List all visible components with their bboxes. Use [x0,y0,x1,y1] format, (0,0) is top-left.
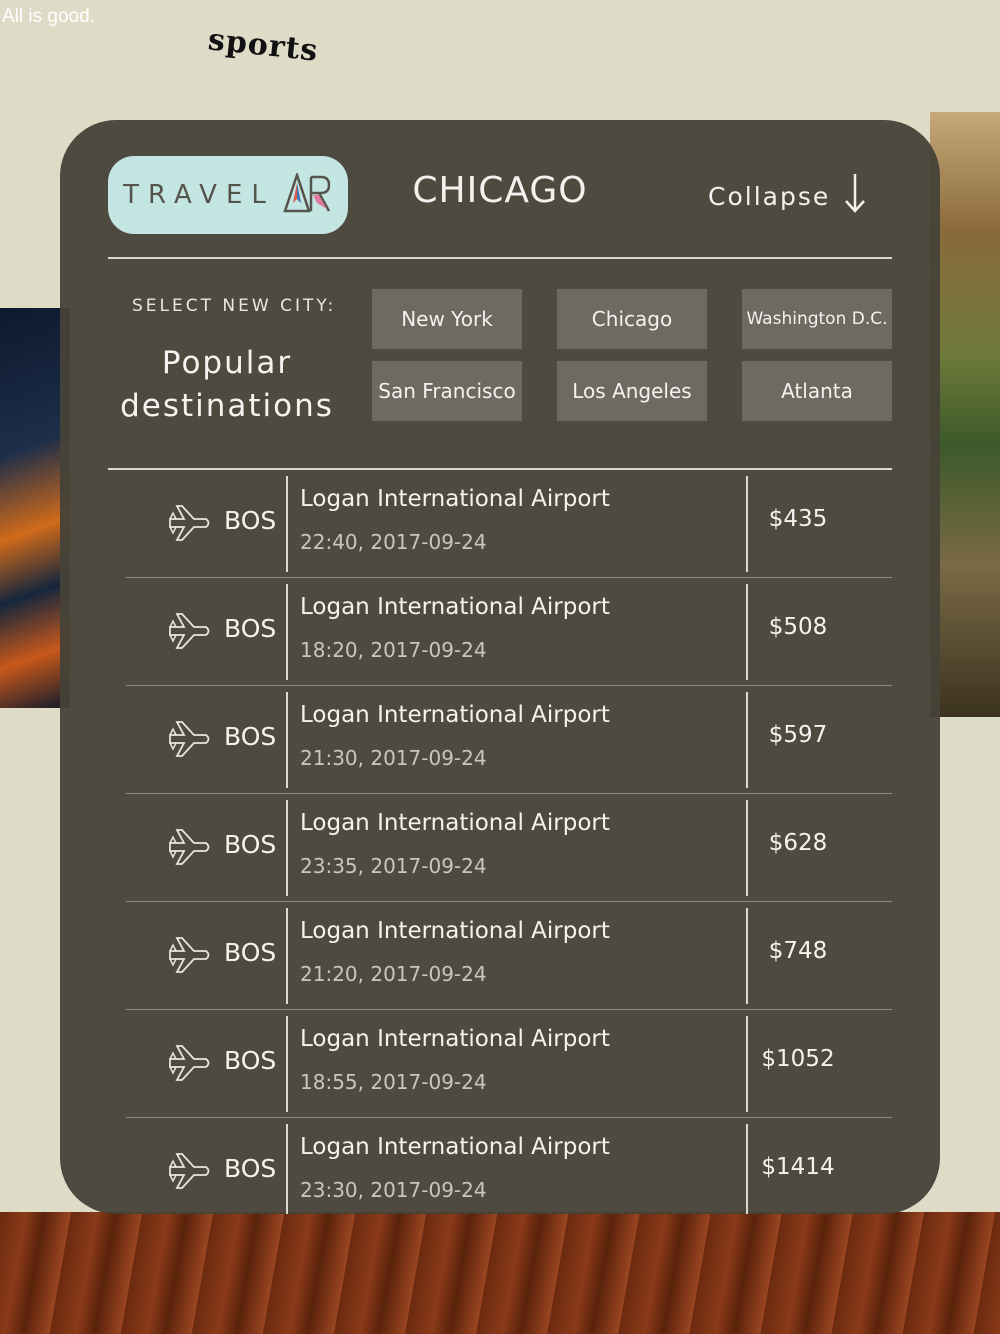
city-button-chicago[interactable]: Chicago [557,289,707,349]
flight-price: $1052 [761,1046,835,1072]
column-divider [286,692,288,788]
flight-row[interactable]: BOS Logan International Airport 23:35, 2… [126,794,892,902]
flight-row[interactable]: BOS Logan International Airport 23:30, 2… [126,1118,892,1214]
departure-time: 23:35, 2017-09-24 [300,854,487,878]
airplane-icon [168,720,212,762]
airplane-icon [168,936,212,978]
departure-time: 18:55, 2017-09-24 [300,1070,487,1094]
airport-name: Logan International Airport [300,1026,610,1052]
wooden-floor [0,1212,1000,1334]
header-divider [108,257,892,259]
airport-name: Logan International Airport [300,486,610,512]
current-city-title: CHICAGO [412,170,588,211]
collapse-label: Collapse [708,181,831,211]
airport-name: Logan International Airport [300,702,610,728]
flight-price: $597 [768,722,828,748]
status-text: All is good. [2,6,95,27]
ar-logo-icon [281,171,333,217]
airport-code: BOS [224,722,277,751]
column-divider [286,584,288,680]
airport-code: BOS [224,614,277,643]
down-arrow-icon [844,172,866,220]
flight-row[interactable]: BOS Logan International Airport 21:30, 2… [126,686,892,794]
city-button-new-york[interactable]: New York [372,289,522,349]
flight-price: $748 [768,938,828,964]
airport-code: BOS [224,830,277,859]
flight-price: $508 [768,614,828,640]
airport-code: BOS [224,1046,277,1075]
popular-destinations-label: Popular destinations [114,342,340,428]
column-divider [286,800,288,896]
sports-sign: sports [206,22,320,69]
departure-time: 21:20, 2017-09-24 [300,962,487,986]
flight-row[interactable]: BOS Logan International Airport 21:20, 2… [126,902,892,1010]
flight-price: $628 [768,830,828,856]
departure-time: 23:30, 2017-09-24 [300,1178,487,1202]
departure-time: 21:30, 2017-09-24 [300,746,487,770]
background-poster-right [930,112,1000,717]
airport-code: BOS [224,1154,277,1183]
popular-line-2: destinations [120,388,334,424]
airport-name: Logan International Airport [300,918,610,944]
flight-row[interactable]: BOS Logan International Airport 18:55, 2… [126,1010,892,1118]
flight-price: $1414 [761,1154,835,1180]
city-button-washington-dc[interactable]: Washington D.C. [742,289,892,349]
departure-time: 22:40, 2017-09-24 [300,530,487,554]
travel-panel: TRAVEL CHICAGO Collapse SELECT NEW CITY:… [60,120,940,1214]
airplane-icon [168,504,212,546]
airport-name: Logan International Airport [300,810,610,836]
city-button-los-angeles[interactable]: Los Angeles [557,361,707,421]
travelar-logo[interactable]: TRAVEL [108,156,348,234]
departure-time: 18:20, 2017-09-24 [300,638,487,662]
column-divider [286,476,288,572]
logo-text: TRAVEL [123,180,275,210]
column-divider [286,908,288,1004]
select-city-label: SELECT NEW CITY: [132,296,337,316]
city-button-san-francisco[interactable]: San Francisco [372,361,522,421]
collapse-button[interactable]: Collapse [708,172,866,220]
column-divider [286,1016,288,1112]
airport-code: BOS [224,506,277,535]
flight-row[interactable]: BOS Logan International Airport 22:40, 2… [126,470,892,578]
airport-code: BOS [224,938,277,967]
airplane-icon [168,1044,212,1086]
column-divider [286,1124,288,1214]
airplane-icon [168,612,212,654]
city-button-atlanta[interactable]: Atlanta [742,361,892,421]
flight-row[interactable]: BOS Logan International Airport 18:20, 2… [126,578,892,686]
airplane-icon [168,828,212,870]
popular-line-1: Popular [161,345,293,381]
airplane-icon [168,1152,212,1194]
flight-price: $435 [768,506,828,532]
airport-name: Logan International Airport [300,1134,610,1160]
airport-name: Logan International Airport [300,594,610,620]
